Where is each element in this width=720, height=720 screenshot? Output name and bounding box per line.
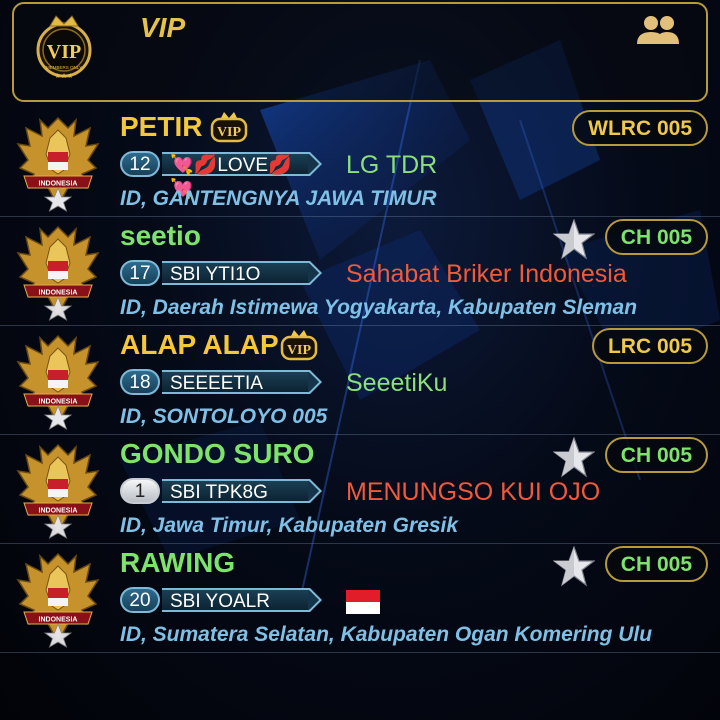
page-title: VIP [140, 12, 186, 43]
vip-badge-icon: VIP MEMBERS ONLY ★★★ [36, 15, 92, 80]
vip-icon: VIP [280, 330, 318, 361]
user-location: ID, Daerah Istimewa Yogyakarta, Kabupate… [120, 296, 638, 319]
user-name[interactable]: RAWING [120, 546, 235, 580]
star-icon [553, 546, 595, 587]
level-number: 1 [120, 478, 160, 504]
user-name[interactable]: PETIR [120, 110, 202, 144]
tag-arrow-icon [308, 261, 322, 285]
svg-text:VIP: VIP [47, 41, 81, 63]
svg-text:INDONESIA: INDONESIA [39, 617, 78, 624]
user-tag: 💘💋LOVE💋💘 [162, 152, 310, 200]
star-icon [553, 437, 595, 478]
avatar[interactable]: INDONESIA [16, 550, 100, 648]
level-number: 18 [120, 369, 160, 395]
status-message: Sahabat Briker Indonesia [346, 260, 627, 288]
user-tag: SBI TPK8G [162, 479, 310, 503]
user-location: ID, GANTENGNYA JAWA TIMUR [120, 187, 437, 210]
header-bar: VIP MEMBERS ONLY ★★★ VIP [12, 2, 708, 102]
user-tag: SEEEETIA [162, 370, 310, 394]
user-name[interactable]: ALAP ALAP [120, 328, 279, 362]
user-tag: SBI YTI1O [162, 261, 310, 285]
user-location: ID, SONTOLOYO 005 [120, 405, 328, 428]
room-badge[interactable]: CH 005 [604, 546, 708, 582]
avatar[interactable]: INDONESIA [16, 441, 100, 539]
svg-text:INDONESIA: INDONESIA [39, 399, 78, 406]
user-name[interactable]: seetio [120, 219, 201, 253]
user-location: ID, Jawa Timur, Kabupaten Gresik [120, 514, 459, 537]
user-location: ID, Sumatera Selatan, Kabupaten Ogan Kom… [120, 623, 653, 646]
user-name[interactable]: GONDO SURO [120, 437, 314, 471]
svg-text:VIP: VIP [287, 343, 312, 358]
svg-text:VIP: VIP [217, 125, 242, 140]
level-number: 17 [120, 260, 160, 286]
tag-arrow-icon [308, 588, 322, 612]
star-icon [553, 219, 595, 260]
level-number: 20 [120, 587, 160, 613]
list-item[interactable]: INDONESIA ALAP ALAP VIP 18 SEEEETIA Seee… [0, 326, 720, 435]
avatar[interactable]: INDONESIA [16, 332, 100, 430]
vip-icon: VIP [210, 112, 248, 143]
svg-text:MEMBERS ONLY: MEMBERS ONLY [46, 65, 82, 70]
room-badge[interactable]: WLRC 005 [572, 110, 708, 146]
list-item[interactable]: INDONESIA GONDO SURO 1 SBI TPK8G MENUNGS… [0, 435, 720, 544]
tag-arrow-icon [308, 152, 322, 176]
room-badge[interactable]: CH 005 [604, 437, 708, 473]
group-members-icon[interactable] [634, 14, 682, 46]
tag-arrow-icon [308, 370, 322, 394]
user-tag: SBI YOALR [162, 588, 310, 612]
svg-text:★★★: ★★★ [55, 72, 74, 80]
svg-text:INDONESIA: INDONESIA [39, 508, 78, 515]
list-item[interactable]: INDONESIA RAWING 20 SBI YOALR ID, Sumate… [0, 544, 720, 653]
tag-arrow-icon [308, 479, 322, 503]
room-badge[interactable]: LRC 005 [591, 328, 708, 364]
avatar[interactable]: INDONESIA [16, 114, 100, 212]
room-badge[interactable]: CH 005 [604, 219, 708, 255]
level-number: 12 [120, 151, 160, 177]
svg-text:INDONESIA: INDONESIA [39, 290, 78, 297]
status-message: MENUNGSO KUI OJO [346, 478, 601, 506]
status-message: LG TDR [346, 151, 438, 179]
indonesia-flag-icon [346, 590, 380, 614]
svg-text:INDONESIA: INDONESIA [39, 181, 78, 188]
status-message: SeeetiKu [346, 369, 448, 397]
list-item[interactable]: INDONESIA PETIR VIP 12 💘💋LOVE💋💘 LG TDR I… [0, 108, 720, 217]
list-item[interactable]: INDONESIA seetio 17 SBI YTI1O Sahabat Br… [0, 217, 720, 326]
avatar[interactable]: INDONESIA [16, 223, 100, 321]
